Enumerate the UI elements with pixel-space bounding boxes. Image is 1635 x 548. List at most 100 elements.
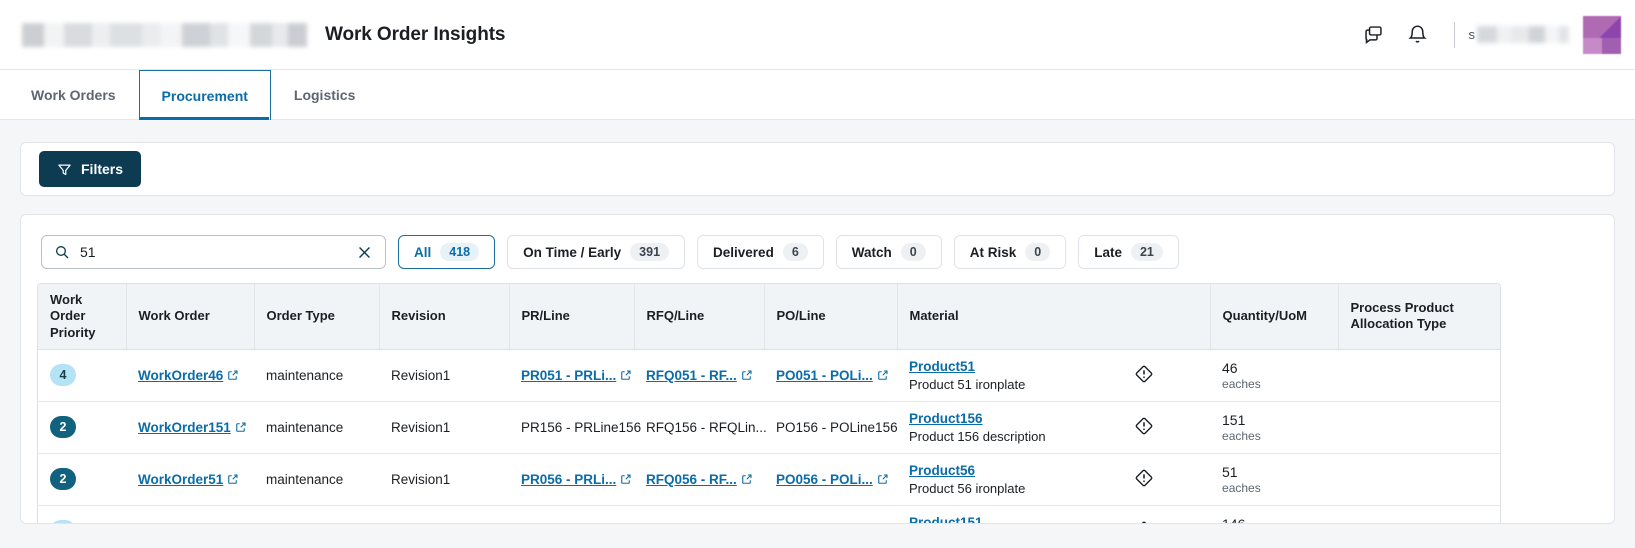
clear-search-icon[interactable] xyxy=(356,244,373,261)
cell-order-type: maintenance xyxy=(254,453,379,506)
material-link[interactable]: Product56 xyxy=(909,463,1065,478)
chip-all[interactable]: All 418 xyxy=(398,235,496,269)
tab-logistics[interactable]: Logistics xyxy=(271,70,378,119)
cell-work-order: WorkOrder46 xyxy=(126,349,254,402)
chip-watch[interactable]: Watch 0 xyxy=(835,235,942,269)
material-link[interactable]: Product156 xyxy=(909,411,1065,426)
column-header-rfq-line[interactable]: RFQ/Line xyxy=(634,284,765,350)
work-order-link[interactable]: WorkOrder51 xyxy=(138,472,239,487)
cell-allocation-type xyxy=(1338,401,1500,454)
cell-warning xyxy=(1077,453,1211,506)
table-row[interactable]: 4 WorkOrder146maintenanceRevision1PR151 -… xyxy=(38,505,1500,524)
user-name xyxy=(1477,26,1569,43)
cell-rfq-line: RFQ151 - RFQLin... xyxy=(634,505,764,523)
chip-at-risk[interactable]: At Risk 0 xyxy=(953,235,1067,269)
chip-on-time-early-count: 391 xyxy=(630,243,670,261)
work-order-link[interactable]: WorkOrder151 xyxy=(138,420,247,435)
filters-button[interactable]: Filters xyxy=(39,151,142,187)
search-value: 51 xyxy=(80,244,96,260)
po-line-link[interactable]: PO056 - POLi... xyxy=(776,472,889,487)
warning-diamond-icon[interactable] xyxy=(1133,519,1155,523)
warning-diamond-icon[interactable] xyxy=(1133,467,1155,489)
column-header-po-line[interactable]: PO/Line xyxy=(764,284,898,350)
rfq-line-link[interactable]: RFQ056 - RF... xyxy=(646,472,753,487)
warning-diamond-icon[interactable] xyxy=(1133,415,1155,437)
company-logo xyxy=(22,22,307,47)
column-header-quantity-uom[interactable]: Quantity/UoM xyxy=(1210,284,1339,350)
column-header-order-type[interactable]: Order Type xyxy=(254,284,380,350)
tab-procurement[interactable]: Procurement xyxy=(138,70,271,120)
priority-badge: 4 xyxy=(50,364,76,387)
material-link[interactable]: Product51 xyxy=(909,359,1065,374)
funnel-icon xyxy=(57,162,72,177)
column-header-work-order[interactable]: Work Order xyxy=(126,284,255,350)
cell-pr-line: PR151 - PRLine151 xyxy=(509,505,634,523)
column-header-work-order-priority[interactable]: Work Order Priority xyxy=(38,284,127,350)
table-row[interactable]: 2 WorkOrder51 maintenance Revision1 PR056 - … xyxy=(38,453,1500,506)
rfq-line-link[interactable]: RFQ051 - RF... xyxy=(646,368,753,383)
work-order-link[interactable]: WorkOrder46 xyxy=(138,368,239,383)
material-link[interactable]: Product151 xyxy=(909,515,1065,523)
cell-rfq-line: RFQ056 - RF... xyxy=(634,453,764,506)
cell-material: Product156 Product 156 description xyxy=(897,401,1077,454)
po-line-link: PO156 - POLine156 xyxy=(776,419,898,435)
external-link-icon[interactable] xyxy=(227,473,239,485)
messages-icon[interactable] xyxy=(1352,0,1396,70)
avatar[interactable] xyxy=(1583,15,1621,54)
cell-work-order: WorkOrder51 xyxy=(126,453,254,506)
tab-bar: Work Orders Procurement Logistics xyxy=(0,70,1635,120)
quantity-value: 151 xyxy=(1222,411,1246,428)
chip-delivered-count: 6 xyxy=(782,243,808,261)
table-row[interactable]: 4 WorkOrder46 maintenance Revision1 PR051 - … xyxy=(38,349,1500,402)
column-header-revision[interactable]: Revision xyxy=(379,284,510,350)
column-header-pr-line[interactable]: PR/Line xyxy=(509,284,635,350)
quantity-value: 146 xyxy=(1222,515,1246,524)
quantity-uom: eaches xyxy=(1222,480,1261,495)
cell-order-type: maintenance xyxy=(254,401,379,454)
priority-badge: 4 xyxy=(50,520,76,523)
user-initial: s xyxy=(1468,27,1476,42)
material-description: Product 51 ironplate xyxy=(909,376,1026,392)
pr-line-link[interactable]: PR051 - PRLi... xyxy=(521,368,632,383)
chip-late[interactable]: Late 21 xyxy=(1078,235,1179,269)
external-link-icon[interactable] xyxy=(877,473,889,485)
search-input[interactable]: 51 xyxy=(41,235,386,269)
external-link-icon[interactable] xyxy=(741,369,753,381)
chip-at-risk-count: 0 xyxy=(1025,243,1051,261)
material-description: Product 56 ironplate xyxy=(909,480,1026,496)
table-row[interactable]: 2 WorkOrder151 maintenance Revision1 PR156 -… xyxy=(38,401,1500,454)
chip-all-label: All xyxy=(414,244,432,260)
header-actions: s xyxy=(1352,0,1635,69)
external-link-icon[interactable] xyxy=(235,421,247,433)
cell-work-order: WorkOrder151 xyxy=(126,401,254,454)
cell-allocation-type xyxy=(1338,505,1500,523)
tab-work-orders[interactable]: Work Orders xyxy=(8,70,139,119)
external-link-icon[interactable] xyxy=(741,473,753,485)
warning-diamond-icon[interactable] xyxy=(1133,363,1155,385)
chip-on-time-early-label: On Time / Early xyxy=(523,244,622,260)
bell-icon[interactable] xyxy=(1396,0,1440,70)
chip-delivered[interactable]: Delivered 6 xyxy=(697,235,824,269)
rfq-line-link: RFQ156 - RFQLin... xyxy=(646,419,767,435)
filters-bar: Filters xyxy=(20,142,1615,196)
column-header-process-product-allocation-type[interactable]: Process Product Allocation Type xyxy=(1338,284,1500,350)
cell-revision: Revision1 xyxy=(379,349,509,402)
external-link-icon[interactable] xyxy=(620,369,632,381)
chip-on-time-early[interactable]: On Time / Early 391 xyxy=(507,235,686,269)
page-body: Filters 51 All 418 On Time / Early 391 D… xyxy=(0,120,1635,524)
cell-pr-line: PR051 - PRLi... xyxy=(509,349,634,402)
cell-po-line: PO151 - POLine151 xyxy=(764,505,897,523)
po-line-link[interactable]: PO051 - POLi... xyxy=(776,368,889,383)
priority-badge: 2 xyxy=(50,468,76,491)
column-header-material[interactable]: Material xyxy=(897,284,1211,350)
external-link-icon[interactable] xyxy=(620,473,632,485)
cell-order-type: maintenance xyxy=(254,505,379,523)
cell-po-line: PO056 - POLi... xyxy=(764,453,897,506)
pr-line-link[interactable]: PR056 - PRLi... xyxy=(521,472,632,487)
cell-material: Product51 Product 51 ironplate xyxy=(897,349,1077,402)
results-card: 51 All 418 On Time / Early 391 Delivered… xyxy=(20,214,1615,524)
cell-warning xyxy=(1077,401,1211,454)
quantity-uom: eaches xyxy=(1222,428,1261,443)
external-link-icon[interactable] xyxy=(227,369,239,381)
external-link-icon[interactable] xyxy=(877,369,889,381)
